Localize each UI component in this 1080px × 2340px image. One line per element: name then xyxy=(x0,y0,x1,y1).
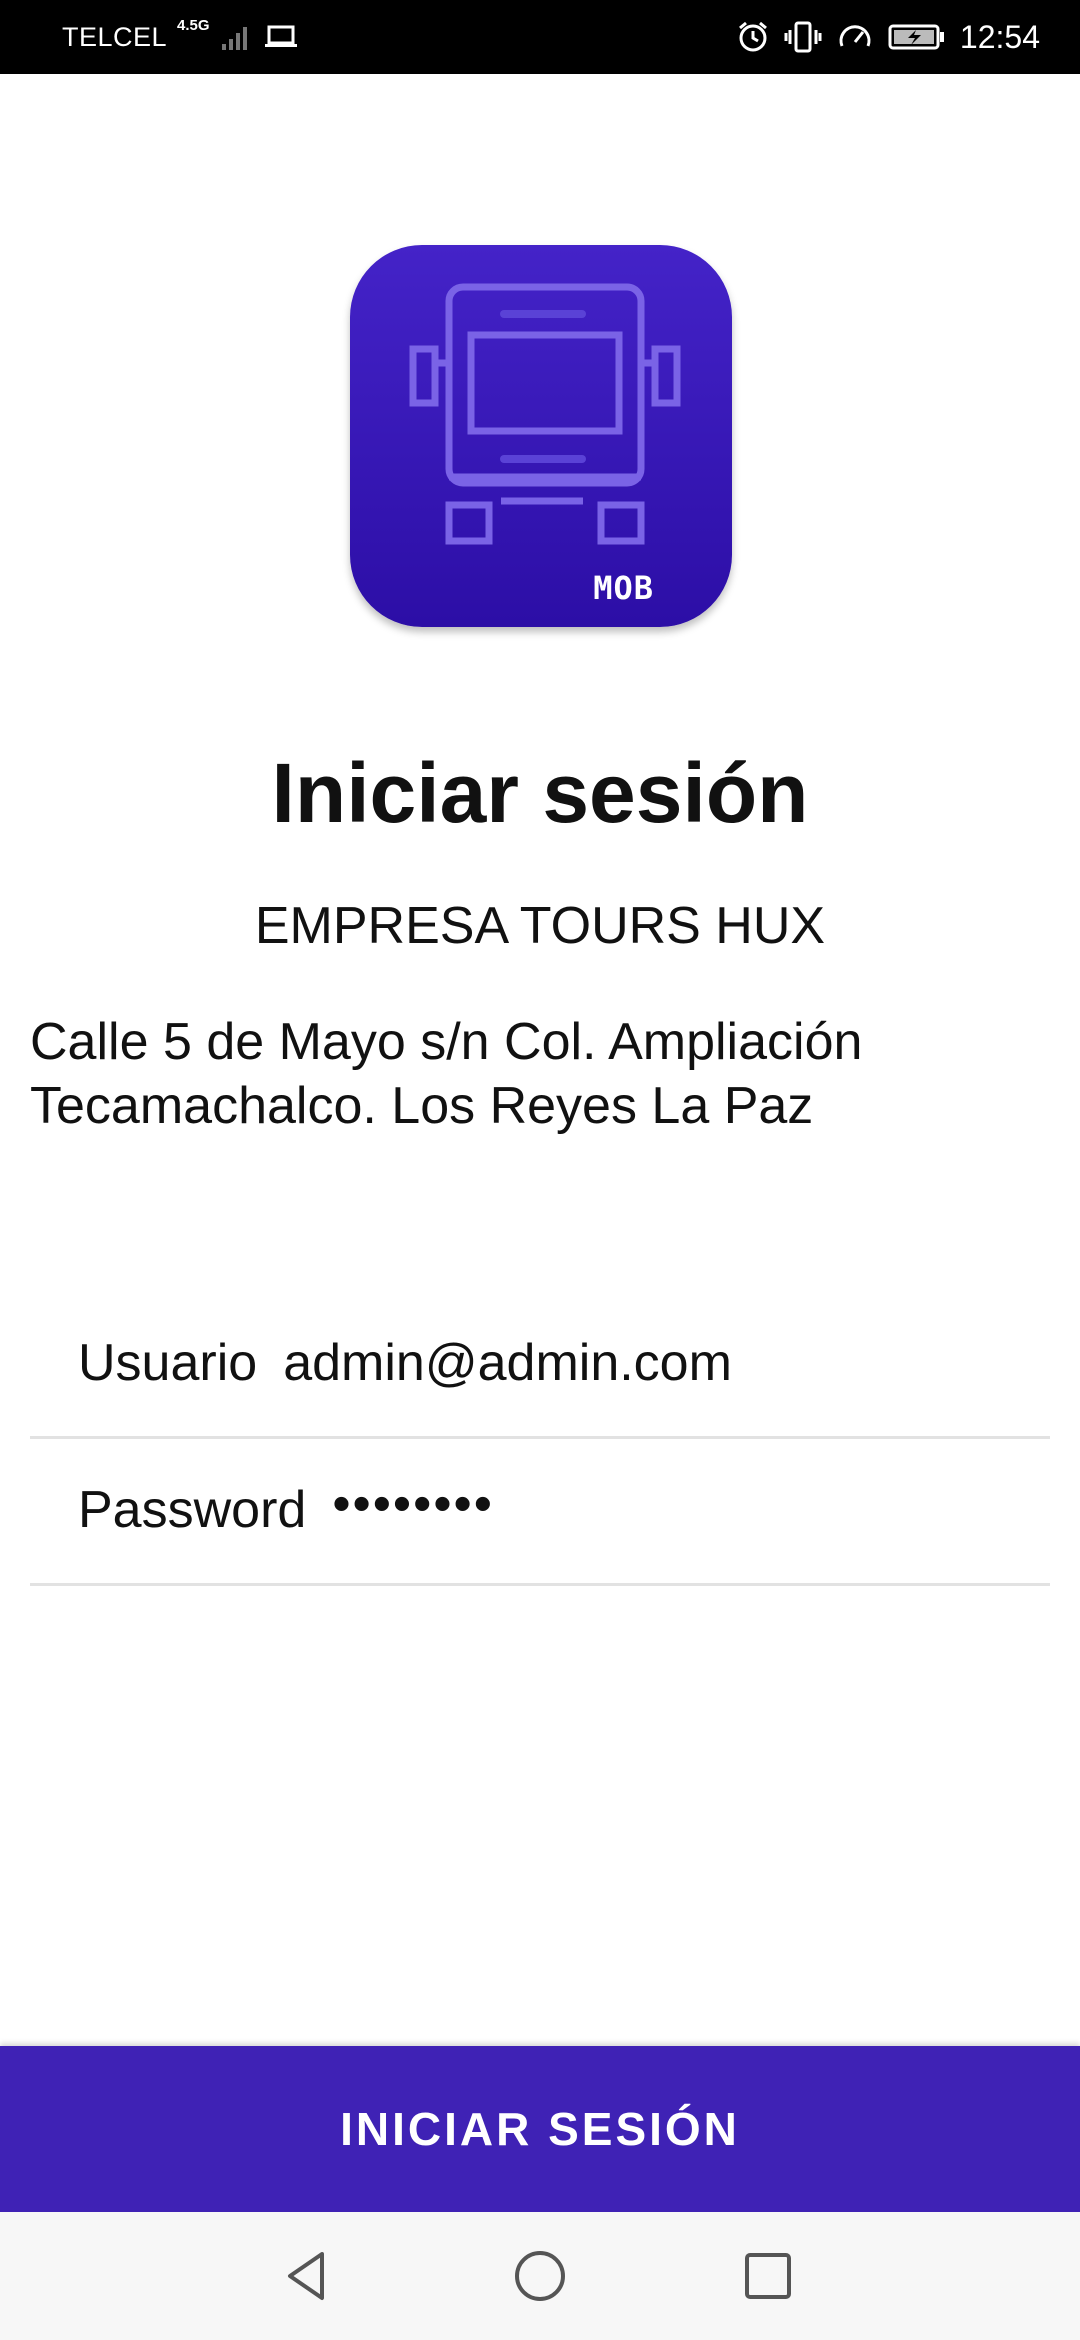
password-label: Password xyxy=(78,1481,307,1539)
logo-label: MOB xyxy=(593,569,654,607)
signal-icon xyxy=(220,22,254,52)
carrier-name: TELCEL xyxy=(62,21,168,52)
speed-icon xyxy=(836,20,874,54)
company-address: Calle 5 de Mayo s/n Col. Ampliación Teca… xyxy=(30,1013,863,1135)
status-left: TELCEL 4.5G xyxy=(62,0,298,74)
status-right: 12:54 xyxy=(736,0,1040,74)
username-input[interactable]: admin@admin.com xyxy=(283,1333,732,1393)
password-input[interactable]: •••••••• xyxy=(332,1474,494,1534)
alarm-icon xyxy=(736,20,770,54)
clock: 12:54 xyxy=(959,18,1040,55)
username-field[interactable]: Usuario admin@admin.com xyxy=(30,1290,1050,1439)
status-bar: TELCEL 4.5G 12:54 xyxy=(0,0,1080,74)
bus-icon xyxy=(409,283,681,545)
back-button[interactable] xyxy=(248,2212,368,2340)
navigation-bar xyxy=(0,2212,1080,2340)
company-name: EMPRESA TOURS HUX xyxy=(254,897,826,955)
page-title: Iniciar sesión xyxy=(271,746,809,840)
app-logo: MOB xyxy=(350,245,732,627)
login-button[interactable]: INICIAR SESIÓN xyxy=(0,2046,1080,2212)
network-type: 4.5G xyxy=(177,16,210,34)
password-field[interactable]: Password •••••••• xyxy=(30,1437,1050,1586)
recent-apps-button[interactable] xyxy=(708,2212,828,2340)
vibrate-icon xyxy=(784,20,822,54)
username-label: Usuario xyxy=(78,1334,258,1392)
home-button[interactable] xyxy=(480,2212,600,2340)
battery-charging-icon xyxy=(888,22,946,52)
laptop-icon xyxy=(264,24,298,50)
recent-apps-icon xyxy=(745,2253,791,2299)
home-icon xyxy=(515,2251,565,2301)
back-icon xyxy=(288,2252,324,2300)
